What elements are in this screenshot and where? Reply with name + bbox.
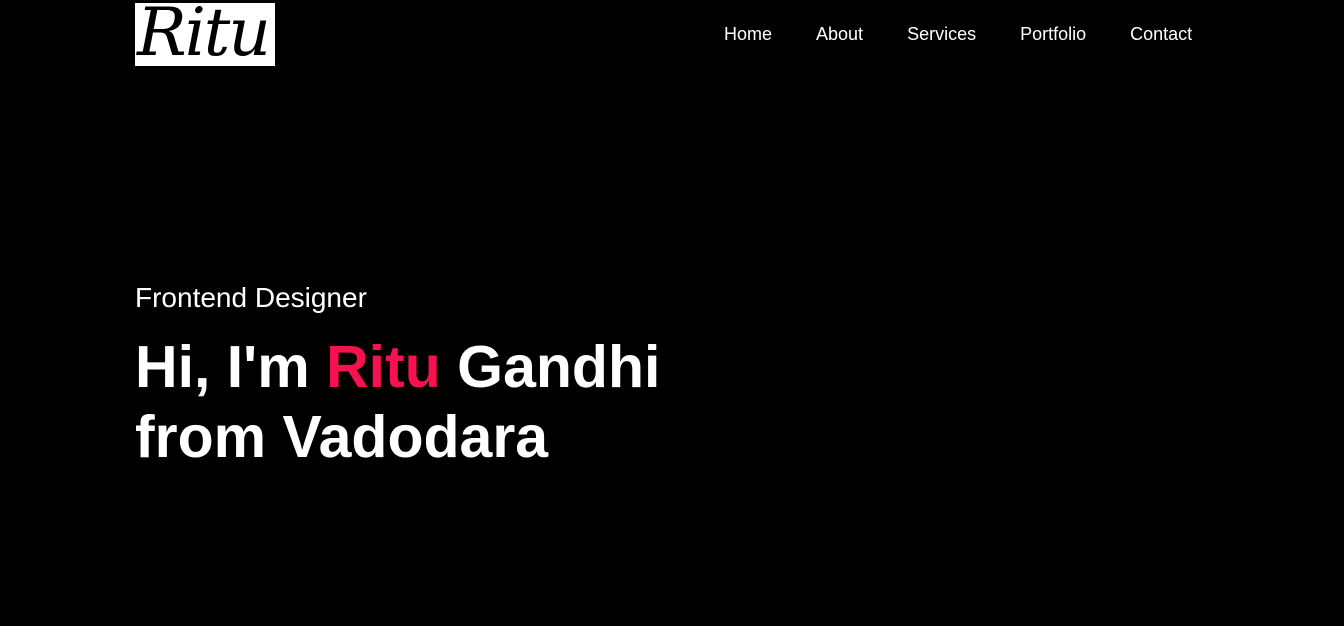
- logo-text: Ritu: [137, 3, 271, 66]
- hero-title: Hi, I'm Ritu Gandhi from Vadodara: [135, 332, 835, 472]
- nav-item-contact[interactable]: Contact: [1108, 22, 1214, 46]
- nav-item-about[interactable]: About: [794, 22, 885, 46]
- nav-item-services[interactable]: Services: [885, 22, 998, 46]
- nav-item-portfolio[interactable]: Portfolio: [998, 22, 1108, 46]
- main-nav: Home About Services Portfolio Contact: [702, 22, 1214, 46]
- hero-title-line2: from Vadodara: [135, 404, 549, 470]
- logo[interactable]: Ritu: [135, 3, 275, 66]
- hero-title-prefix: Hi, I'm: [135, 334, 310, 400]
- hero-section: Frontend Designer Hi, I'm Ritu Gandhi fro…: [135, 280, 835, 472]
- nav-item-home[interactable]: Home: [702, 22, 794, 46]
- hero-title-highlight: Ritu: [326, 334, 441, 400]
- hero-title-suffix: Gandhi: [457, 334, 661, 400]
- page: Ritu Home About Services Portfolio Conta…: [0, 0, 1344, 626]
- hero-subtitle: Frontend Designer: [135, 282, 367, 313]
